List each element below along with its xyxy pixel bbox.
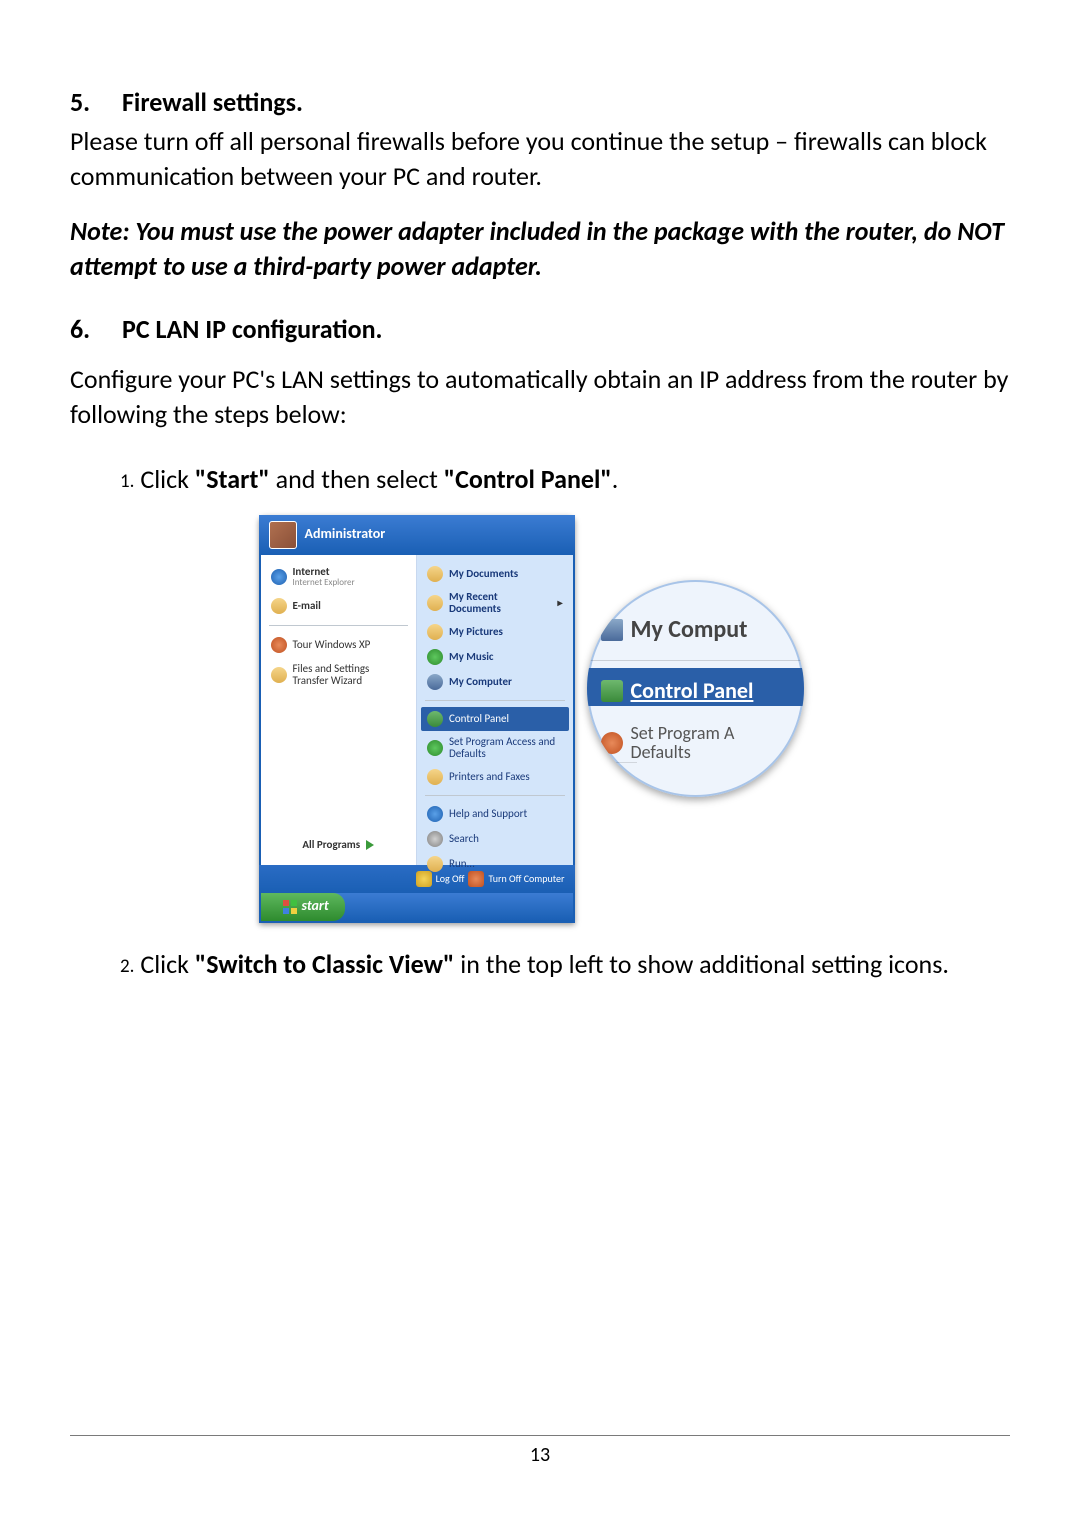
section-number: 6. <box>70 312 122 347</box>
section-6-heading: 6. PC LAN IP configuration. <box>70 312 1010 347</box>
menu-control-panel[interactable]: Control Panel <box>421 707 569 731</box>
start-menu-header: Administrator <box>259 515 575 555</box>
music-icon <box>427 649 443 665</box>
start-menu-left-pane: InternetInternet Explorer E-mail Tour Wi… <box>261 555 418 865</box>
section-5-body: Please turn off all personal firewalls b… <box>70 124 1010 194</box>
menu-my-computer[interactable]: My Computer <box>421 670 569 694</box>
menu-my-pictures[interactable]: My Pictures <box>421 620 569 644</box>
taskbar: start <box>261 893 573 921</box>
folder-icon <box>427 566 443 582</box>
menu-my-recent-documents[interactable]: My Recent Documents ▸ <box>421 587 569 619</box>
menu-set-program-access[interactable]: Set Program Access and Defaults <box>421 732 569 764</box>
menu-my-music[interactable]: My Music <box>421 645 569 669</box>
power-icon <box>468 871 484 887</box>
turn-off-button[interactable]: Turn Off Computer <box>468 871 564 887</box>
tour-icon <box>271 637 287 653</box>
menu-email[interactable]: E-mail <box>265 594 413 618</box>
step-number: 1. <box>120 470 134 493</box>
step-text-mid: and then select <box>270 463 444 495</box>
step-text-pre: Click <box>140 463 195 495</box>
control-panel-icon <box>601 680 623 702</box>
section-5-heading: 5. Firewall settings. <box>70 85 1010 120</box>
mag-control-panel: Control Panel <box>601 676 796 706</box>
step-text-pre: Click <box>140 948 195 980</box>
section-number: 5. <box>70 85 122 120</box>
submenu-arrow-icon: ▸ <box>557 596 562 610</box>
email-icon <box>271 598 287 614</box>
step-text-post: in the top left to show additional setti… <box>454 948 949 980</box>
divider <box>425 795 565 796</box>
menu-all-programs[interactable]: All Programs <box>265 832 413 859</box>
printer-icon <box>427 769 443 785</box>
help-icon <box>427 806 443 822</box>
folder-icon <box>427 595 443 611</box>
divider <box>269 625 409 626</box>
page-footer: 13 <box>70 1435 1010 1469</box>
menu-files-settings-wizard[interactable]: Files and Settings Transfer Wizard <box>265 659 413 691</box>
user-avatar-icon <box>269 521 297 549</box>
log-off-button[interactable]: Log Off <box>416 871 465 887</box>
log-off-icon <box>416 871 432 887</box>
menu-search[interactable]: Search <box>421 827 569 851</box>
windows-flag-icon <box>283 900 297 914</box>
menu-help-support[interactable]: Help and Support <box>421 802 569 826</box>
computer-icon <box>427 674 443 690</box>
magnified-callout: My Comput Control Panel Set Program A De… <box>587 580 822 797</box>
section-5-note: Note: You must use the power adapter inc… <box>70 214 1010 284</box>
menu-printers-faxes[interactable]: Printers and Faxes <box>421 765 569 789</box>
step-number: 2. <box>120 955 134 978</box>
step-bold-1: "Start" <box>195 463 270 495</box>
program-access-icon <box>427 740 443 756</box>
mag-my-computer: My Comput <box>601 614 796 646</box>
wizard-icon <box>271 667 287 683</box>
menu-my-documents[interactable]: My Documents <box>421 562 569 586</box>
search-icon <box>427 831 443 847</box>
page-number: 13 <box>530 1443 550 1467</box>
section-6-body: Configure your PC's LAN settings to auto… <box>70 362 1010 432</box>
folder-icon <box>427 624 443 640</box>
run-icon <box>427 856 443 872</box>
windows-start-menu: Administrator InternetInternet Explorer … <box>259 515 575 923</box>
computer-icon <box>601 619 623 641</box>
start-button[interactable]: start <box>261 893 345 921</box>
username-label: Administrator <box>305 525 386 544</box>
figure-start-menu: Administrator InternetInternet Explorer … <box>70 515 1010 923</box>
step-2: 2. Click "Switch to Classic View" in the… <box>120 947 1010 982</box>
control-panel-icon <box>427 711 443 727</box>
arrow-right-icon <box>366 840 374 850</box>
internet-explorer-icon <box>271 569 287 585</box>
menu-tour-windows[interactable]: Tour Windows XP <box>265 633 413 657</box>
divider <box>425 700 565 701</box>
section-title: PC LAN IP configuration. <box>122 312 382 347</box>
step-bold-1: "Switch to Classic View" <box>195 948 455 980</box>
start-menu-right-pane: My Documents My Recent Documents ▸ My Pi… <box>417 555 573 865</box>
step-bold-2: "Control Panel" <box>444 463 612 495</box>
step-1: 1. Click "Start" and then select "Contro… <box>120 462 1010 497</box>
menu-internet[interactable]: InternetInternet Explorer <box>265 562 413 592</box>
mag-set-program: Set Program A Defaults <box>601 724 796 762</box>
program-access-icon <box>601 732 623 754</box>
section-title: Firewall settings. <box>122 85 303 120</box>
step-text-post: . <box>612 463 619 495</box>
